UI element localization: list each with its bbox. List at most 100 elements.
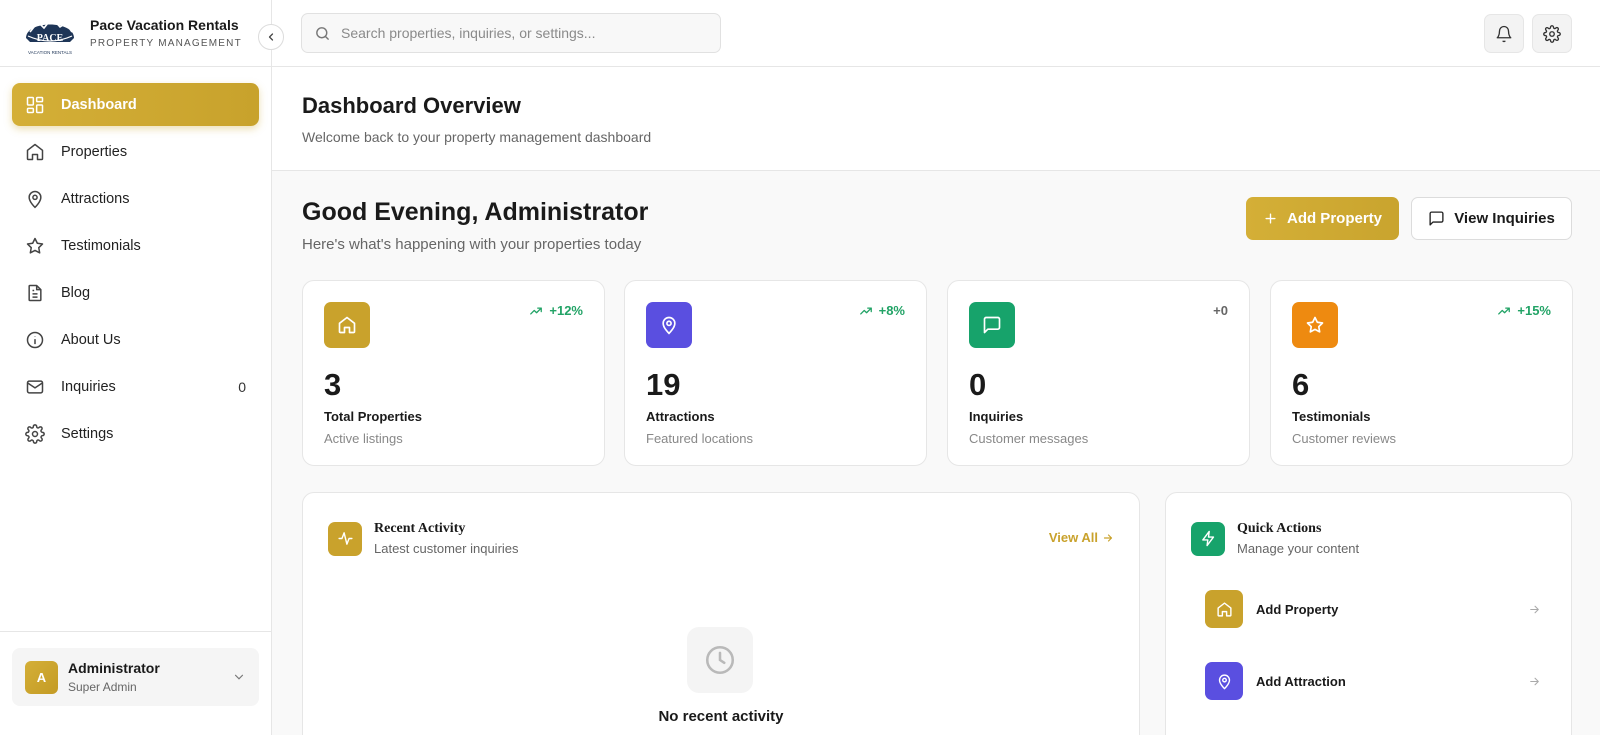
arrow-right-icon bbox=[1103, 533, 1113, 542]
trend-value: +15% bbox=[1517, 303, 1551, 318]
dashboard-icon bbox=[25, 95, 45, 115]
bell-icon bbox=[1496, 25, 1512, 42]
sidebar-item-label: Testimonials bbox=[61, 237, 141, 254]
sidebar-item-about-us[interactable]: About Us bbox=[12, 318, 259, 361]
home-icon bbox=[324, 302, 370, 348]
stat-label: Total Properties bbox=[324, 409, 423, 424]
stat-value: 6 bbox=[1292, 367, 1310, 402]
stat-subtitle: Featured locations bbox=[646, 431, 753, 446]
stat-label: Testimonials bbox=[1292, 409, 1371, 424]
view-inquiries-button[interactable]: View Inquiries bbox=[1411, 197, 1572, 240]
sidebar-item-label: Attractions bbox=[61, 190, 130, 207]
map-pin-icon bbox=[25, 189, 45, 209]
quick-action-label: Add Attraction bbox=[1256, 673, 1346, 689]
panel-subtitle: Manage your content bbox=[1237, 541, 1360, 556]
logo-text: PACE bbox=[37, 33, 64, 44]
trend-badge: +0 bbox=[1213, 303, 1228, 318]
stat-label: Inquiries bbox=[969, 409, 1024, 424]
add-property-button[interactable]: Add Property bbox=[1246, 197, 1399, 240]
settings-button[interactable] bbox=[1532, 14, 1572, 53]
trend-badge: +8% bbox=[859, 303, 905, 318]
sidebar-nav: Dashboard Properties Attractions Testimo… bbox=[0, 67, 271, 475]
plus-icon bbox=[1265, 213, 1276, 224]
panel-title: Quick Actions bbox=[1237, 521, 1322, 536]
panel-subtitle: Latest customer inquiries bbox=[374, 541, 519, 556]
star-icon bbox=[25, 236, 45, 256]
sidebar-item-testimonials[interactable]: Testimonials bbox=[12, 224, 259, 267]
sidebar-item-settings[interactable]: Settings bbox=[12, 412, 259, 455]
view-inquiries-label: View Inquiries bbox=[1454, 210, 1555, 227]
stat-card-attractions[interactable]: +8% 19 Attractions Featured locations bbox=[624, 280, 927, 466]
brand-logo: PACE VACATION RENTALS bbox=[22, 8, 78, 58]
stat-card-properties[interactable]: +12% 3 Total Properties Active listings bbox=[302, 280, 605, 466]
page-title: Dashboard Overview bbox=[302, 93, 521, 118]
home-icon bbox=[25, 142, 45, 162]
stat-card-inquiries[interactable]: +0 0 Inquiries Customer messages bbox=[947, 280, 1250, 466]
home-icon bbox=[1205, 590, 1243, 628]
sidebar-item-label: About Us bbox=[61, 331, 121, 348]
trend-value: +12% bbox=[549, 303, 583, 318]
trend-value: +8% bbox=[878, 303, 905, 318]
message-icon bbox=[969, 302, 1015, 348]
stat-subtitle: Customer reviews bbox=[1292, 431, 1397, 446]
view-all-label: View All bbox=[1048, 530, 1098, 545]
star-icon bbox=[1292, 302, 1338, 348]
user-menu-button[interactable]: A Administrator Super Admin bbox=[12, 648, 259, 706]
user-role: Super Admin bbox=[68, 680, 137, 694]
empty-state-title: No recent activity bbox=[658, 708, 784, 725]
view-all-link[interactable]: View All bbox=[1049, 530, 1114, 545]
user-section: A Administrator Super Admin bbox=[0, 631, 271, 735]
sidebar-item-dashboard[interactable]: Dashboard bbox=[12, 83, 259, 126]
trending-up-icon bbox=[1498, 306, 1511, 315]
gear-icon bbox=[25, 423, 45, 444]
trend-badge: +15% bbox=[1497, 303, 1551, 318]
greeting-subtitle: Here's what's happening with your proper… bbox=[302, 236, 642, 253]
arrow-right-icon bbox=[1528, 675, 1541, 688]
quick-action-add-property[interactable]: Add Property bbox=[1205, 589, 1541, 629]
chevron-down-icon bbox=[232, 670, 246, 684]
quick-action-label: Add Property bbox=[1256, 601, 1339, 617]
stat-subtitle: Active listings bbox=[324, 431, 403, 446]
sidebar-item-label: Dashboard bbox=[61, 96, 137, 113]
lightning-icon bbox=[1191, 521, 1225, 556]
sidebar-item-label: Properties bbox=[61, 143, 128, 160]
map-pin-icon bbox=[646, 302, 692, 348]
info-icon bbox=[25, 330, 45, 350]
stat-value: 0 bbox=[969, 367, 987, 402]
brand-subtitle: PROPERTY MANAGEMENT bbox=[90, 38, 242, 49]
sidebar-item-label: Settings bbox=[61, 425, 114, 442]
mail-icon bbox=[25, 377, 45, 397]
topbar bbox=[272, 0, 1600, 67]
add-property-label: Add Property bbox=[1286, 210, 1382, 227]
quick-action-add-attraction[interactable]: Add Attraction bbox=[1205, 661, 1541, 701]
stat-value: 19 bbox=[646, 367, 681, 402]
greeting: Good Evening, Administrator Here's what'… bbox=[302, 198, 648, 253]
sidebar-item-inquiries[interactable]: Inquiries 0 bbox=[12, 365, 259, 408]
document-icon bbox=[25, 283, 45, 303]
sidebar: PACE VACATION RENTALS Pace Vacation Rent… bbox=[0, 0, 284, 735]
arrow-right-icon bbox=[1528, 603, 1541, 616]
stat-subtitle: Customer messages bbox=[969, 431, 1089, 446]
stat-card-testimonials[interactable]: +15% 6 Testimonials Customer reviews bbox=[1270, 280, 1573, 466]
chevron-left-icon bbox=[268, 33, 274, 41]
gear-icon bbox=[1543, 24, 1561, 43]
brand-header: PACE VACATION RENTALS Pace Vacation Rent… bbox=[0, 0, 284, 67]
sidebar-item-label: Blog bbox=[61, 284, 91, 301]
notifications-button[interactable] bbox=[1484, 14, 1524, 53]
trending-up-icon bbox=[530, 306, 543, 315]
trend-value: +0 bbox=[1213, 303, 1228, 318]
greeting-title: Good Evening, Administrator bbox=[302, 198, 649, 226]
sidebar-item-properties[interactable]: Properties bbox=[12, 130, 259, 173]
avatar: A bbox=[25, 660, 58, 694]
sidebar-item-blog[interactable]: Blog bbox=[12, 271, 259, 314]
search-box bbox=[301, 13, 721, 53]
sidebar-item-attractions[interactable]: Attractions bbox=[12, 177, 259, 220]
search-input[interactable] bbox=[341, 25, 711, 41]
inquiries-count-badge: 0 bbox=[238, 378, 246, 395]
message-icon bbox=[1429, 211, 1444, 226]
page-header: Dashboard Overview Welcome back to your … bbox=[272, 67, 1600, 171]
activity-icon bbox=[328, 521, 362, 556]
quick-actions-panel: Quick Actions Manage your content Add Pr… bbox=[1165, 492, 1572, 735]
collapse-sidebar-button[interactable] bbox=[258, 24, 284, 50]
user-name: Administrator bbox=[68, 660, 160, 676]
